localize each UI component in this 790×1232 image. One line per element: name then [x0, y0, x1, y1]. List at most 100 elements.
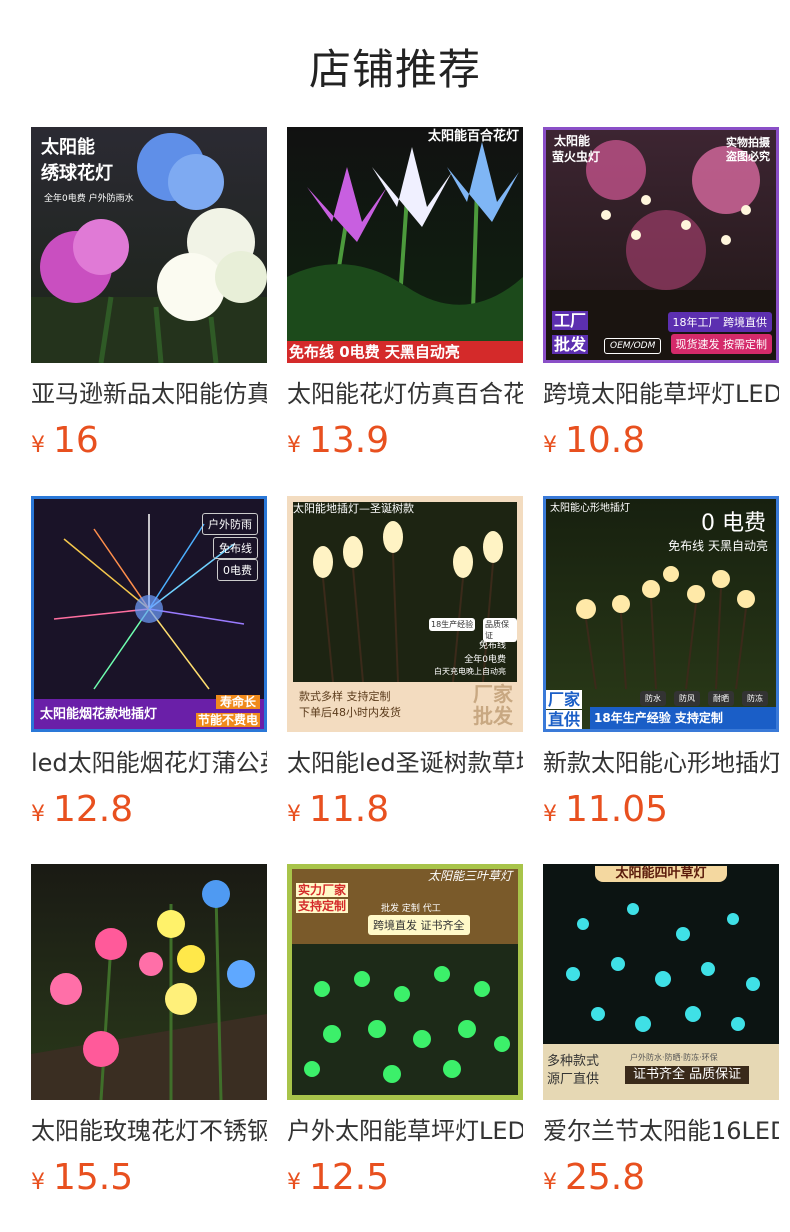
currency-symbol: ¥	[543, 1170, 557, 1195]
image-caption: 太阳能四叶草灯	[595, 866, 727, 882]
image-caption: 多种款式	[547, 1054, 600, 1069]
price-value: 12.8	[53, 789, 134, 830]
product-price: ¥ 10.8	[543, 421, 779, 461]
product-card[interactable]: 太阳能百合花灯 免布线 0电费 天黑自动亮 太阳能花灯仿真百合花户外草坪灯 ¥ …	[287, 127, 523, 461]
image-caption: 批发	[552, 334, 589, 354]
product-image[interactable]: 太阳能 绣球花灯 全年0电费 户外防雨水	[31, 127, 267, 363]
image-caption: 户外防雨	[202, 513, 258, 535]
image-caption: 太阳能心形地插灯	[550, 503, 630, 514]
image-caption: 太阳能三叶草灯	[427, 869, 512, 883]
product-name[interactable]: 太阳能花灯仿真百合花户外草坪灯	[287, 379, 523, 409]
product-image[interactable]: 太阳能 萤火虫灯 实物拍摄 盗图必究 工厂 批发 18年工厂 跨境直供 OEM/…	[543, 127, 779, 363]
price-value: 15.5	[53, 1157, 134, 1198]
image-caption: 0电费	[217, 559, 258, 581]
product-image[interactable]: 太阳能百合花灯 免布线 0电费 天黑自动亮	[287, 127, 523, 363]
image-caption: 款式多样 支持定制	[299, 690, 391, 703]
currency-symbol: ¥	[543, 433, 557, 458]
currency-symbol: ¥	[543, 802, 557, 827]
product-image[interactable]: 太阳能四叶草灯 多种款式 源厂直供 户外防水·防晒·防冻·环保 证书齐全 品质保…	[543, 864, 779, 1100]
image-caption: 防风	[674, 691, 700, 706]
currency-symbol: ¥	[31, 802, 45, 827]
price-value: 11.05	[565, 789, 669, 830]
image-caption: 实物拍摄	[726, 136, 770, 149]
currency-symbol: ¥	[31, 433, 45, 458]
product-name[interactable]: 跨境太阳能草坪灯LED萤火虫灯	[543, 379, 779, 409]
product-price: ¥ 12.8	[31, 790, 267, 830]
product-price: ¥ 15.5	[31, 1158, 267, 1198]
image-caption: 厂家	[473, 682, 513, 706]
image-caption: 证书齐全 品质保证	[625, 1066, 750, 1084]
image-caption: 批发 定制 代工	[381, 904, 441, 914]
product-card[interactable]: 太阳能四叶草灯 多种款式 源厂直供 户外防水·防晒·防冻·环保 证书齐全 品质保…	[543, 864, 779, 1198]
product-card[interactable]: 太阳能 绣球花灯 全年0电费 户外防雨水 亚马逊新品太阳能仿真绣球花灯户外防水 …	[31, 127, 267, 461]
price-value: 11.8	[309, 789, 390, 830]
price-value: 10.8	[565, 420, 646, 461]
product-price: ¥ 12.5	[287, 1158, 523, 1198]
price-value: 25.8	[565, 1157, 646, 1198]
rose-light-picture	[31, 880, 267, 1100]
image-caption: 盗图必究	[726, 150, 770, 163]
image-caption: 工厂	[552, 310, 589, 330]
image-caption: 现货速发 按需定制	[670, 334, 772, 354]
image-caption: 批发	[473, 704, 513, 728]
product-name[interactable]: led太阳能烟花灯蒲公英地插灯	[31, 748, 267, 778]
image-caption: 18年工厂 跨境直供	[667, 312, 772, 332]
image-caption: 萤火虫灯	[552, 150, 601, 164]
lily-light-picture	[287, 142, 523, 343]
product-image[interactable]: 太阳能地插灯—圣诞树款 18生产经验 品质保证 免布线 全年0电费 白天充电晚上…	[287, 496, 523, 732]
product-card[interactable]: 太阳能 萤火虫灯 实物拍摄 盗图必究 工厂 批发 18年工厂 跨境直供 OEM/…	[543, 127, 779, 461]
image-caption: 寿命长	[215, 694, 260, 709]
image-caption: 下单后48小时内发货	[299, 706, 401, 719]
image-caption: 厂家	[546, 689, 583, 709]
image-caption: 全年0电费 户外防雨水	[44, 194, 134, 204]
product-card[interactable]: 太阳能心形地插灯 0 电费 免布线 天黑自动亮 防水 防风 耐晒 防冻 厂家 直…	[543, 496, 779, 830]
image-caption: 支持定制	[296, 899, 349, 914]
price-value: 12.5	[309, 1157, 390, 1198]
product-card[interactable]: 太阳能地插灯—圣诞树款 18生产经验 品质保证 免布线 全年0电费 白天充电晚上…	[287, 496, 523, 830]
product-name[interactable]: 亚马逊新品太阳能仿真绣球花灯户外防水	[31, 379, 267, 409]
product-name[interactable]: 新款太阳能心形地插灯户外花园	[543, 748, 779, 778]
product-name[interactable]: 太阳能led圣诞树款草坪地插灯	[287, 748, 523, 778]
image-caption: 实力厂家	[296, 883, 349, 898]
image-caption: 防冻	[742, 691, 768, 706]
image-caption: OEM/ODM	[604, 338, 662, 354]
image-caption: 源厂直供	[547, 1072, 600, 1087]
image-caption: 直供	[546, 709, 583, 729]
image-caption: 防水	[640, 691, 666, 706]
image-caption: 免布线 天黑自动亮	[668, 539, 768, 553]
image-caption: 免布线	[213, 537, 258, 559]
product-price: ¥ 25.8	[543, 1158, 779, 1198]
product-name[interactable]: 太阳能玫瑰花灯不锈钢户外草坪灯	[31, 1116, 267, 1146]
currency-symbol: ¥	[287, 802, 301, 827]
product-card[interactable]: 太阳能三叶草灯 实力厂家 支持定制 批发 定制 代工 跨境直发 证书齐全 户外太…	[287, 864, 523, 1198]
product-price: ¥ 11.8	[287, 790, 523, 830]
product-image[interactable]: 太阳能心形地插灯 0 电费 免布线 天黑自动亮 防水 防风 耐晒 防冻 厂家 直…	[543, 496, 779, 732]
image-caption: 太阳能	[41, 137, 95, 158]
image-caption: 耐晒	[708, 691, 734, 706]
page-title: 店铺推荐	[308, 45, 481, 94]
product-price: ¥ 16	[31, 421, 267, 461]
image-caption: 免布线 0电费 天黑自动亮	[287, 341, 523, 363]
product-image[interactable]: 户外防雨 免布线 0电费 太阳能烟花款地插灯 寿命长 节能不费电	[31, 496, 267, 732]
image-caption: 户外防水·防晒·防冻·环保	[630, 1053, 718, 1062]
price-value: 16	[53, 420, 99, 461]
currency-symbol: ¥	[287, 433, 301, 458]
image-caption: 太阳能烟花款地插灯	[40, 707, 158, 723]
product-card[interactable]: 户外防雨 免布线 0电费 太阳能烟花款地插灯 寿命长 节能不费电 led太阳能烟…	[31, 496, 267, 830]
image-caption: 白天充电晚上自动亮	[434, 667, 506, 676]
image-caption: 绣球花灯	[41, 163, 113, 184]
price-value: 13.9	[309, 420, 390, 461]
product-card[interactable]: 太阳能玫瑰花灯不锈钢户外草坪灯 ¥ 15.5	[31, 864, 267, 1198]
product-image[interactable]: 太阳能三叶草灯 实力厂家 支持定制 批发 定制 代工 跨境直发 证书齐全	[287, 864, 523, 1100]
product-name[interactable]: 爱尔兰节太阳能16LED四叶草灯	[543, 1116, 779, 1146]
image-caption: 太阳能	[554, 134, 591, 148]
currency-symbol: ¥	[31, 1170, 45, 1195]
image-caption: 节能不费电	[195, 712, 260, 727]
image-caption: 跨境直发 证书齐全	[368, 915, 470, 935]
currency-symbol: ¥	[287, 1170, 301, 1195]
image-caption: 18生产经验	[429, 618, 476, 631]
product-name[interactable]: 户外太阳能草坪灯LED三叶草灯	[287, 1116, 523, 1146]
product-image[interactable]	[31, 864, 267, 1100]
image-caption: 太阳能地插灯—圣诞树款	[293, 502, 414, 515]
image-caption: 0 电费	[701, 511, 766, 536]
